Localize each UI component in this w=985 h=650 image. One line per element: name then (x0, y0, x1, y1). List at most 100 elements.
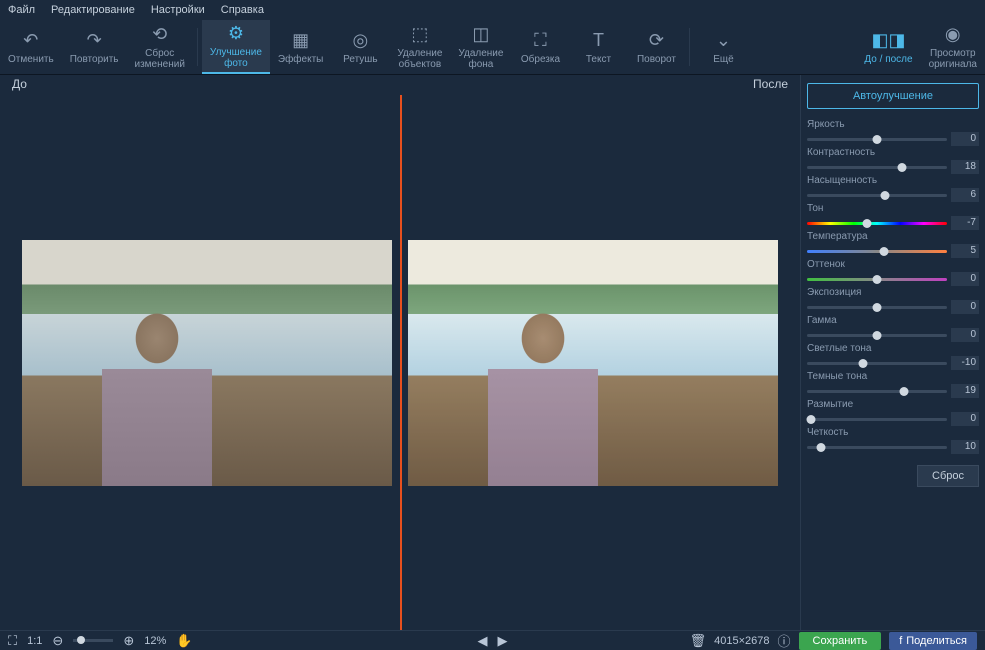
fit-label[interactable]: 1:1 (27, 635, 42, 647)
zoom-out-icon[interactable]: ⊖ (52, 633, 63, 649)
slider-value[interactable]: 6 (951, 188, 979, 202)
slider-value[interactable]: 0 (951, 412, 979, 426)
slider-thumb[interactable] (859, 359, 868, 368)
slider-value[interactable]: 18 (951, 160, 979, 174)
slider-thumb[interactable] (881, 191, 890, 200)
slider-track[interactable] (807, 166, 947, 169)
slider-track[interactable] (807, 138, 947, 141)
slider-value[interactable]: 5 (951, 244, 979, 258)
slider-Контрастность: Контрастность 18 (807, 147, 979, 174)
slider-label: Оттенок (807, 259, 979, 270)
view-original-button[interactable]: ◉Просмотр оригинала (921, 20, 985, 74)
slider-track[interactable] (807, 390, 947, 393)
rotate-button[interactable]: ⟳Поворот (627, 20, 685, 74)
effects-button[interactable]: ▦Эффекты (270, 20, 331, 74)
info-icon[interactable]: ⓘ (778, 631, 791, 650)
undo-button[interactable]: ↶Отменить (0, 20, 62, 74)
save-button[interactable]: Сохранить (799, 632, 882, 650)
rotate-icon: ⟳ (649, 30, 664, 51)
menu-help[interactable]: Справка (221, 4, 264, 16)
before-panel (14, 95, 400, 630)
reset-changes-button[interactable]: ⟲Сброс изменений (127, 20, 193, 74)
slider-track[interactable] (807, 334, 947, 337)
redo-icon: ↷ (87, 30, 102, 51)
object-removal-button[interactable]: ⬚Удаление объектов (389, 20, 450, 74)
hand-icon[interactable]: ✋ (176, 633, 192, 649)
slider-label: Контрастность (807, 147, 979, 158)
crop-button[interactable]: ⛶Обрезка (511, 20, 569, 74)
slider-thumb[interactable] (817, 443, 826, 452)
retouch-button[interactable]: ◎Ретушь (331, 20, 389, 74)
slider-thumb[interactable] (873, 303, 882, 312)
zoom-in-icon[interactable]: ⊕ (123, 633, 134, 649)
slider-track[interactable] (807, 194, 947, 197)
slider-value[interactable]: 0 (951, 328, 979, 342)
slider-value[interactable]: 0 (951, 132, 979, 146)
slider-label: Размытие (807, 399, 979, 410)
enhance-button[interactable]: ⚙Улучшение фото (202, 20, 270, 74)
toolbar: ↶Отменить ↷Повторить ⟲Сброс изменений ⚙У… (0, 20, 985, 75)
reset-button[interactable]: Сброс (917, 465, 979, 487)
slider-track[interactable] (807, 418, 947, 421)
bg-removal-button[interactable]: ◫Удаление фона (450, 20, 511, 74)
fullscreen-icon[interactable]: ⛶ (8, 633, 17, 649)
next-icon[interactable]: ▶ (498, 633, 508, 649)
menu-edit[interactable]: Редактирование (51, 4, 135, 16)
slider-Светлые тона: Светлые тона-10 (807, 343, 979, 370)
eye-icon: ◉ (945, 24, 961, 45)
zoom-slider[interactable] (73, 639, 113, 642)
slider-value[interactable]: 0 (951, 300, 979, 314)
chevron-down-icon: ⌄ (716, 30, 731, 51)
reset-icon: ⟲ (152, 24, 167, 45)
menu-file[interactable]: Файл (8, 4, 35, 16)
before-image[interactable] (22, 240, 392, 486)
zoom-value: 12% (144, 635, 166, 647)
slider-Яркость: Яркость 0 (807, 119, 979, 146)
slider-track[interactable] (807, 362, 947, 365)
slider-value[interactable]: 10 (951, 440, 979, 454)
slider-label: Яркость (807, 119, 979, 130)
text-button[interactable]: TТекст (569, 20, 627, 74)
slider-thumb[interactable] (873, 275, 882, 284)
slider-label: Четкость (807, 427, 979, 438)
canvas-area: До После (0, 75, 800, 630)
slider-Оттенок: Оттенок 0 (807, 259, 979, 286)
menubar: Файл Редактирование Настройки Справка (0, 0, 985, 20)
slider-value[interactable]: -10 (951, 356, 979, 370)
compare-divider[interactable] (400, 95, 402, 630)
separator (197, 28, 198, 66)
slider-value[interactable]: 0 (951, 272, 979, 286)
sliders-icon: ⚙ (228, 23, 244, 44)
slider-thumb[interactable] (873, 135, 882, 144)
slider-thumb[interactable] (807, 415, 816, 424)
prev-icon[interactable]: ◀ (478, 633, 488, 649)
statusbar: ⛶ 1:1 ⊖ ⊕ 12% ✋ ◀ ▶ 🗑 4015×2678 ⓘ Сохран… (0, 630, 985, 650)
slider-track[interactable] (807, 222, 947, 225)
slider-thumb[interactable] (863, 219, 872, 228)
slider-track[interactable] (807, 250, 947, 253)
before-after-button[interactable]: ◧◨До / после (856, 20, 920, 74)
slider-thumb[interactable] (880, 247, 889, 256)
slider-Тон: Тон -7 (807, 203, 979, 230)
slider-label: Темные тона (807, 371, 979, 382)
menu-settings[interactable]: Настройки (151, 4, 205, 16)
more-button[interactable]: ⌄Ещё (694, 20, 752, 74)
slider-label: Тон (807, 203, 979, 214)
separator (689, 28, 690, 66)
retouch-icon: ◎ (353, 30, 369, 51)
auto-enhance-button[interactable]: Автоулучшение (807, 83, 979, 109)
slider-track[interactable] (807, 306, 947, 309)
slider-value[interactable]: -7 (951, 216, 979, 230)
slider-Четкость: Четкость 10 (807, 427, 979, 454)
redo-button[interactable]: ↷Повторить (62, 20, 127, 74)
slider-thumb[interactable] (899, 387, 908, 396)
share-button[interactable]: fПоделиться (889, 632, 977, 650)
slider-thumb[interactable] (898, 163, 907, 172)
slider-Темные тона: Темные тона 19 (807, 371, 979, 398)
slider-thumb[interactable] (873, 331, 882, 340)
slider-track[interactable] (807, 446, 947, 449)
trash-icon[interactable]: 🗑 (690, 633, 707, 649)
slider-track[interactable] (807, 278, 947, 281)
after-image[interactable] (408, 240, 778, 486)
slider-value[interactable]: 19 (951, 384, 979, 398)
